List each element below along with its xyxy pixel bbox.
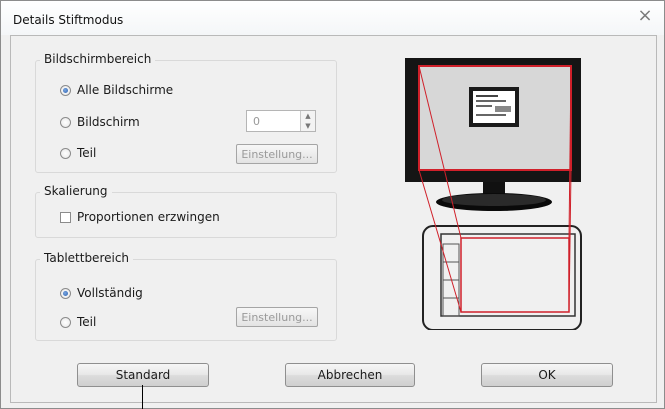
checkbox-box[interactable] [60, 211, 71, 223]
radio-button[interactable] [60, 316, 71, 328]
radio-button-selected[interactable] [60, 84, 71, 96]
radio-part-screen[interactable]: Teil [60, 146, 96, 160]
radio-part-tablet[interactable]: Teil [60, 315, 96, 329]
spin-up-icon[interactable]: ▲ [301, 111, 315, 121]
callout-line [142, 385, 143, 409]
checkbox-proportions-label: Proportionen erzwingen [77, 210, 220, 224]
radio-button[interactable] [60, 116, 71, 128]
tablet-settings-button[interactable]: Einstellung... [236, 307, 318, 327]
spinner-buttons: ▲ ▼ [300, 111, 315, 131]
monitor-number-value: 0 [253, 115, 260, 128]
radio-part-screen-label: Teil [77, 146, 97, 160]
monitor-number-spinner[interactable]: 0 ▲ ▼ [246, 110, 316, 132]
close-icon[interactable]: × [636, 7, 654, 25]
ok-button[interactable]: OK [481, 363, 613, 387]
checkbox-proportions[interactable]: Proportionen erzwingen [60, 210, 220, 224]
title-bar: Details Stiftmodus × [1, 1, 664, 35]
monitor-base-highlight [442, 194, 546, 206]
tablet-body [422, 225, 582, 330]
scaling-label: Skalierung [40, 184, 112, 198]
screen-preview-line [476, 95, 498, 97]
dialog-window: Details Stiftmodus × Bildschirmbereich A… [0, 0, 665, 409]
radio-screen-label: Bildschirm [77, 115, 140, 129]
radio-full-tablet-label: Vollständig [77, 286, 143, 300]
radio-all-screens-label: Alle Bildschirme [77, 83, 174, 97]
radio-button[interactable] [60, 147, 71, 159]
screen-preview-line [476, 105, 492, 107]
mapping-illustration [405, 58, 582, 330]
screen-area-label: Bildschirmbereich [40, 52, 156, 66]
screen-settings-button[interactable]: Einstellung... [236, 144, 318, 164]
cancel-button[interactable]: Abbrechen [285, 363, 415, 387]
screen-preview-line [476, 100, 506, 102]
screen-preview-line [495, 106, 511, 112]
radio-screen[interactable]: Bildschirm [60, 115, 140, 129]
radio-all-screens[interactable]: Alle Bildschirme [60, 83, 173, 97]
dialog-body: Bildschirmbereich Alle Bildschirme Bilds… [10, 35, 657, 403]
tablet-mapped-area [460, 237, 570, 313]
projection-line [418, 169, 462, 313]
tablet-area-label: Tablettbereich [40, 251, 134, 265]
spin-down-icon[interactable]: ▼ [301, 121, 315, 131]
radio-part-tablet-label: Teil [77, 315, 97, 329]
radio-button-selected[interactable] [60, 287, 71, 299]
window-title: Details Stiftmodus [13, 13, 124, 27]
radio-full-tablet[interactable]: Vollständig [60, 286, 143, 300]
screen-preview-line [476, 114, 506, 116]
standard-button[interactable]: Standard [77, 363, 209, 387]
